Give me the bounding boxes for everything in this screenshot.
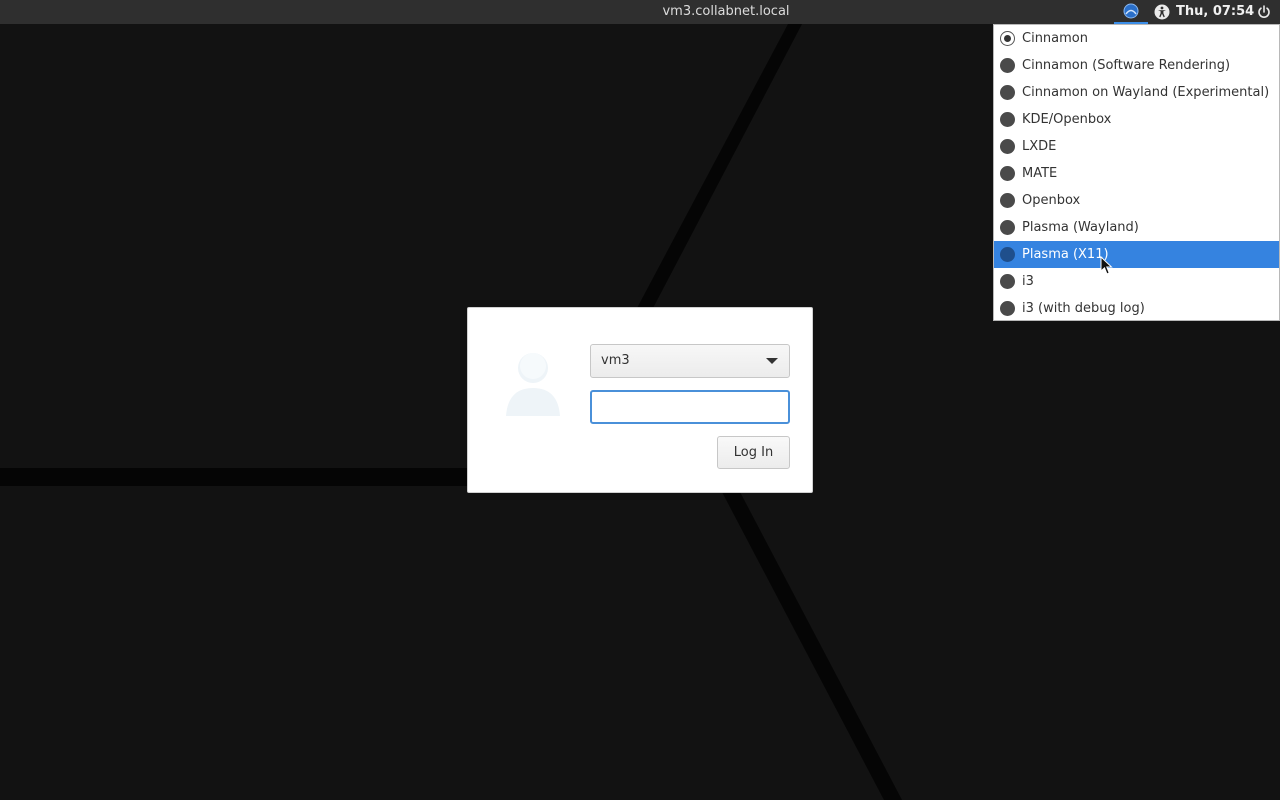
- session-item-label: Openbox: [1022, 193, 1081, 208]
- session-item-label: Cinnamon: [1022, 31, 1088, 46]
- session-item-label: i3 (with debug log): [1022, 301, 1145, 316]
- session-item-label: i3: [1022, 274, 1034, 289]
- session-icon: [1123, 3, 1139, 19]
- session-item-cinnamon-wayland[interactable]: Cinnamon on Wayland (Experimental): [994, 79, 1279, 106]
- session-item-label: MATE: [1022, 166, 1058, 181]
- radio-checked-icon: [1000, 31, 1015, 46]
- user-avatar-icon: [506, 353, 560, 416]
- accessibility-button[interactable]: [1152, 2, 1172, 22]
- hostname-label: vm3.collabnet.local: [662, 4, 790, 19]
- accessibility-icon: [1154, 4, 1170, 20]
- session-item-label: Cinnamon (Software Rendering): [1022, 58, 1231, 73]
- radio-icon: [1000, 301, 1015, 316]
- selected-user: vm3: [601, 353, 630, 368]
- dropdown-arrow-icon: [766, 358, 778, 364]
- session-indicator-button[interactable]: [1114, 0, 1148, 24]
- power-icon: [1258, 5, 1270, 18]
- session-item-cinnamon[interactable]: Cinnamon: [994, 25, 1279, 52]
- session-menu: Cinnamon Cinnamon (Software Rendering) C…: [993, 24, 1280, 321]
- radio-icon: [1000, 247, 1015, 262]
- session-item-kde-openbox[interactable]: KDE/Openbox: [994, 106, 1279, 133]
- radio-icon: [1000, 139, 1015, 154]
- top-panel: vm3.collabnet.local Thu, 07:54: [0, 0, 1280, 24]
- session-item-i3-debug[interactable]: i3 (with debug log): [994, 295, 1279, 322]
- login-button[interactable]: Log In: [717, 436, 790, 469]
- session-item-lxde[interactable]: LXDE: [994, 133, 1279, 160]
- session-item-label: Plasma (X11): [1022, 247, 1109, 262]
- radio-icon: [1000, 220, 1015, 235]
- session-item-plasma-x11[interactable]: Plasma (X11): [994, 241, 1279, 268]
- password-input[interactable]: [590, 390, 790, 424]
- session-item-i3[interactable]: i3: [994, 268, 1279, 295]
- clock: Thu, 07:54: [1176, 4, 1255, 19]
- mouse-cursor-icon: [1100, 256, 1113, 275]
- session-item-label: Plasma (Wayland): [1022, 220, 1139, 235]
- radio-icon: [1000, 112, 1015, 127]
- radio-icon: [1000, 274, 1015, 289]
- session-item-label: Cinnamon on Wayland (Experimental): [1022, 85, 1270, 100]
- radio-icon: [1000, 85, 1015, 100]
- login-dialog: vm3 Log In: [467, 307, 813, 493]
- user-select-dropdown[interactable]: vm3: [590, 344, 790, 378]
- session-item-mate[interactable]: MATE: [994, 160, 1279, 187]
- session-item-label: LXDE: [1022, 139, 1057, 154]
- session-item-openbox[interactable]: Openbox: [994, 187, 1279, 214]
- radio-icon: [1000, 58, 1015, 73]
- radio-icon: [1000, 166, 1015, 181]
- session-item-plasma-wayland[interactable]: Plasma (Wayland): [994, 214, 1279, 241]
- session-item-label: KDE/Openbox: [1022, 112, 1112, 127]
- radio-icon: [1000, 193, 1015, 208]
- session-item-cinnamon-software-rendering[interactable]: Cinnamon (Software Rendering): [994, 52, 1279, 79]
- power-button[interactable]: [1254, 2, 1274, 22]
